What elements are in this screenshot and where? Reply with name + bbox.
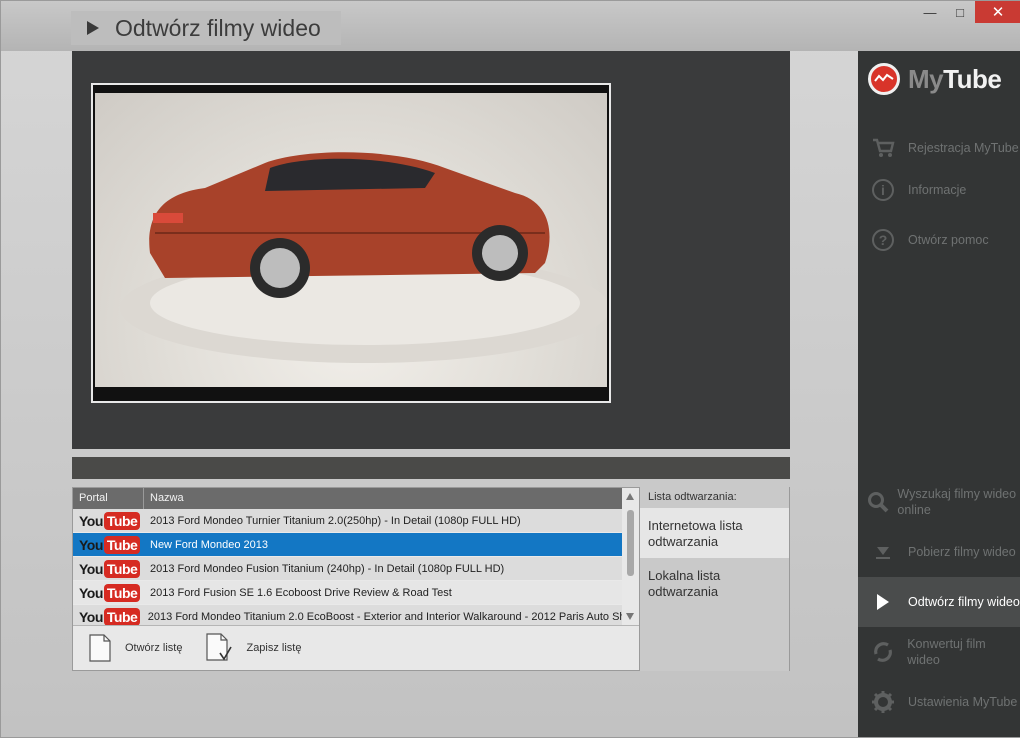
youtube-logo-icon: You Tube bbox=[79, 535, 141, 554]
playlist-type-header: Lista odtwarzania: bbox=[648, 491, 737, 503]
gear-icon bbox=[872, 691, 894, 713]
table-row[interactable]: You Tube 2013 Ford Mondeo Turnier Titanium… bbox=[73, 509, 623, 533]
column-header-portal[interactable]: Portal bbox=[73, 488, 144, 509]
sidebar: MyTube Rejestracja MyTube i Informacje ?… bbox=[858, 51, 1020, 737]
table-row[interactable]: You Tube 2013 Ford Fusion SE 1.6 Ecoboost … bbox=[73, 581, 623, 605]
nav-item-label: Otwórz pomoc bbox=[908, 233, 989, 247]
nav-item-help[interactable]: ? Otwórz pomoc bbox=[858, 215, 1020, 265]
open-list-label: Otwórz listę bbox=[125, 642, 183, 654]
table-row[interactable]: You Tube 2013 Ford Mondeo Titanium 2.0 Eco… bbox=[73, 605, 623, 625]
video-name-cell: 2013 Ford Mondeo Fusion Titanium (240hp)… bbox=[150, 562, 505, 575]
minimize-button[interactable]: — bbox=[915, 1, 945, 23]
scroll-up-icon[interactable] bbox=[626, 493, 634, 500]
scrollbar[interactable] bbox=[622, 488, 639, 625]
local-playlist-option[interactable]: Lokalna lista odtwarzania bbox=[640, 558, 789, 608]
youtube-logo-icon: You Tube bbox=[79, 511, 141, 530]
video-name-cell: New Ford Mondeo 2013 bbox=[150, 538, 269, 551]
nav-item-convert[interactable]: Konwertuj film wideo bbox=[858, 627, 1020, 677]
close-button[interactable]: ✕ bbox=[975, 1, 1020, 23]
playlist-type-panel: Lista odtwarzania: Internetowa lista odt… bbox=[640, 487, 790, 671]
video-panel[interactable] bbox=[72, 51, 790, 449]
mytube-logo: MyTube bbox=[868, 61, 1002, 97]
portal-cell: You Tube bbox=[73, 511, 144, 530]
nav-item-label: Pobierz filmy wideo bbox=[908, 545, 1016, 559]
portal-cell: You Tube bbox=[73, 607, 142, 625]
table-rows: You Tube 2013 Ford Mondeo Turnier Titanium… bbox=[73, 509, 623, 625]
portal-cell: You Tube bbox=[73, 583, 144, 602]
playlist-footer: Otwórz listę Zapisz listę bbox=[73, 625, 639, 670]
nav-item-download[interactable]: Pobierz filmy wideo bbox=[858, 527, 1020, 577]
table-header: Portal Nazwa bbox=[73, 488, 623, 509]
playlist-table: Portal Nazwa You Tube 2013 Ford Mondeo Tur… bbox=[72, 487, 640, 671]
play-icon bbox=[877, 594, 889, 610]
logo-text: MyTube bbox=[908, 63, 1002, 94]
seek-bar[interactable] bbox=[72, 457, 790, 479]
video-name-cell: 2013 Ford Mondeo Titanium 2.0 EcoBoost -… bbox=[147, 610, 623, 623]
video-name-cell: 2013 Ford Fusion SE 1.6 Ecoboost Drive R… bbox=[150, 586, 452, 599]
document-icon bbox=[89, 634, 111, 662]
logo-icon bbox=[868, 63, 900, 95]
nav-item-label: Wyszukaj filmy wideo online bbox=[897, 487, 1017, 517]
page-title: Odtwórz filmy wideo bbox=[115, 14, 321, 41]
video-name-cell: 2013 Ford Mondeo Turnier Titanium 2.0(25… bbox=[150, 514, 521, 527]
scrollbar-thumb[interactable] bbox=[627, 510, 634, 576]
play-icon bbox=[87, 21, 99, 35]
window-controls: — □ ✕ bbox=[915, 1, 1020, 23]
video-frame-image bbox=[95, 93, 607, 387]
video-player[interactable] bbox=[91, 83, 611, 403]
app-window: Odtwórz filmy wideo — □ ✕ Portal Nazwa Y… bbox=[0, 0, 1020, 738]
save-document-icon bbox=[206, 633, 233, 661]
info-icon: i bbox=[872, 179, 894, 201]
car-image bbox=[120, 152, 607, 363]
nav-item-label: Odtwórz filmy wideo bbox=[908, 595, 1020, 609]
youtube-logo-icon: You Tube bbox=[79, 583, 141, 602]
nav-item-info[interactable]: i Informacje bbox=[858, 165, 1020, 215]
scroll-down-icon[interactable] bbox=[626, 613, 634, 620]
nav-item-label: Ustawienia MyTube bbox=[908, 695, 1018, 709]
help-icon: ? bbox=[872, 229, 894, 251]
portal-cell: You Tube bbox=[73, 535, 144, 554]
open-list-button[interactable]: Otwórz listę bbox=[89, 634, 182, 662]
table-row[interactable]: You Tube New Ford Mondeo 2013 bbox=[73, 533, 623, 557]
download-icon bbox=[876, 547, 890, 559]
title-box: Odtwórz filmy wideo bbox=[71, 11, 341, 45]
portal-cell: You Tube bbox=[73, 559, 144, 578]
column-header-name[interactable]: Nazwa bbox=[144, 488, 623, 509]
nav-item-settings[interactable]: Ustawienia MyTube bbox=[858, 677, 1020, 727]
save-list-label: Zapisz listę bbox=[246, 642, 302, 654]
search-icon bbox=[867, 492, 889, 513]
nav-item-play[interactable]: Odtwórz filmy wideo bbox=[858, 577, 1020, 627]
maximize-button[interactable]: □ bbox=[945, 1, 975, 23]
youtube-logo-icon: You Tube bbox=[79, 607, 141, 625]
table-row[interactable]: You Tube 2013 Ford Mondeo Fusion Titanium … bbox=[73, 557, 623, 581]
youtube-logo-icon: You Tube bbox=[79, 559, 141, 578]
title-bar: Odtwórz filmy wideo — □ ✕ bbox=[1, 1, 1020, 51]
nav-item-label: Rejestracja MyTube bbox=[908, 141, 1019, 155]
nav-item-search[interactable]: Wyszukaj filmy wideo online bbox=[858, 477, 1020, 527]
convert-icon bbox=[873, 642, 892, 662]
cart-icon bbox=[873, 138, 895, 157]
internet-playlist-option[interactable]: Internetowa lista odtwarzania bbox=[640, 508, 789, 558]
nav-item-label: Informacje bbox=[908, 183, 967, 197]
save-list-button[interactable]: Zapisz listę bbox=[206, 633, 302, 663]
nav-item-label: Konwertuj film wideo bbox=[907, 637, 986, 667]
